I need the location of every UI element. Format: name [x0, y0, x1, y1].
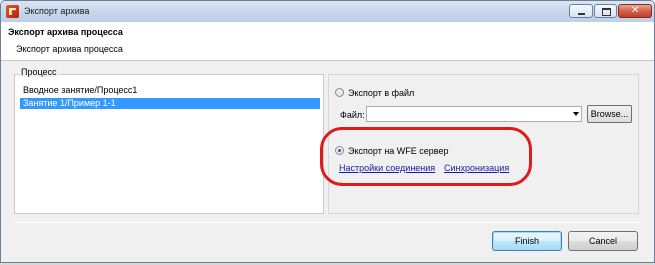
browse-button[interactable]: Browse...: [587, 105, 632, 123]
finish-button[interactable]: Finish: [492, 231, 562, 251]
export-to-file-radio[interactable]: [335, 88, 344, 97]
wizard-header: Экспорт архива процесса Экспорт архива п…: [1, 22, 654, 61]
process-list[interactable]: Вводное занятие/Процесс1 Занятие 1/Приме…: [20, 85, 320, 211]
file-path-combo[interactable]: [366, 106, 582, 122]
list-item[interactable]: Вводное занятие/Процесс1: [20, 85, 320, 96]
annotation-ellipse: [320, 127, 532, 186]
list-item-selected[interactable]: Занятие 1/Пример 1-1: [20, 98, 320, 109]
footer-divider: [14, 222, 640, 223]
minimize-button[interactable]: [569, 4, 593, 18]
title-bar: Экспорт архива: [1, 1, 654, 22]
export-to-file-label[interactable]: Экспорт в файл: [348, 88, 414, 98]
chevron-down-icon[interactable]: [573, 112, 579, 116]
app-logo-icon: [6, 5, 19, 18]
maximize-button[interactable]: [594, 4, 617, 18]
window-title: Экспорт архива: [24, 6, 90, 16]
page-title: Экспорт архива процесса: [8, 27, 123, 37]
file-field-label: Файл:: [340, 110, 365, 120]
cancel-button[interactable]: Cancel: [568, 231, 638, 251]
process-group-label: Процесс: [19, 67, 59, 77]
page-subtitle: Экспорт архива процесса: [16, 44, 123, 54]
close-button[interactable]: [618, 4, 652, 18]
